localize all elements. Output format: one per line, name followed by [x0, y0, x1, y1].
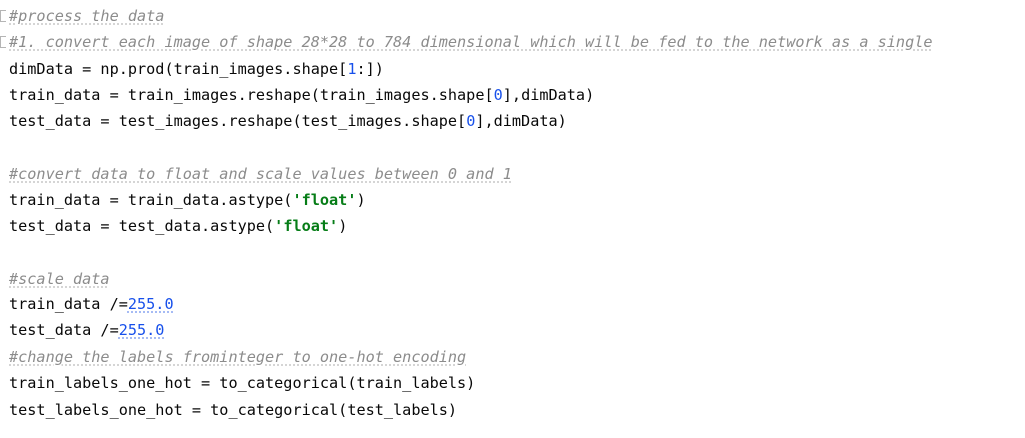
- code-line: train_data /=255.0: [9, 291, 174, 317]
- number-literal: 0: [493, 86, 503, 104]
- code-text: test_data /=: [9, 321, 119, 339]
- code-editor[interactable]: #process the data #1. convert each image…: [0, 0, 1025, 438]
- code-line-comment: #change the labels frominteger to one-ho…: [9, 344, 466, 370]
- code-text: train_data /=: [9, 295, 128, 313]
- string-literal: 'float': [292, 191, 357, 209]
- comment-text: #convert data to float and scale values …: [9, 165, 512, 183]
- code-line-comment: #convert data to float and scale values …: [9, 161, 512, 187]
- code-text: test_data = test_data.astype(: [9, 217, 275, 235]
- code-line: test_data /=255.0: [9, 317, 164, 343]
- code-line: dimData = np.prod(train_images.shape[1:]…: [9, 56, 384, 82]
- code-line: train_labels_one_hot = to_categorical(tr…: [9, 370, 475, 396]
- code-text: ): [338, 217, 348, 235]
- code-text: train_data = train_data.astype(: [9, 191, 293, 209]
- fold-marker-icon[interactable]: [0, 10, 6, 22]
- fold-marker-icon[interactable]: [0, 36, 6, 48]
- code-line: test_labels_one_hot = to_categorical(tes…: [9, 397, 457, 423]
- code-text: test_data = test_images.reshape(test_ima…: [9, 112, 467, 130]
- number-literal: 255.0: [127, 295, 174, 313]
- code-text: :]): [356, 60, 384, 78]
- code-line: train_data = train_images.reshape(train_…: [9, 82, 594, 108]
- code-line-comment: #process the data: [9, 3, 164, 29]
- code-text: train_labels_one_hot = to_categorical(tr…: [9, 374, 476, 392]
- code-line-comment: #scale data: [9, 266, 110, 292]
- number-literal: 255.0: [118, 321, 165, 339]
- code-line: test_data = test_images.reshape(test_ima…: [9, 108, 567, 134]
- code-text: ],dimData): [502, 86, 595, 104]
- comment-text: #1. convert each image of shape 28*28 to…: [9, 33, 933, 51]
- comment-text: #change the labels frominteger to one-ho…: [9, 348, 467, 366]
- code-line: train_data = train_data.astype('float'): [9, 187, 366, 213]
- string-literal: 'float': [274, 217, 339, 235]
- code-text: ],dimData): [475, 112, 567, 130]
- comment-text: #scale data: [9, 270, 110, 288]
- code-line: test_data = test_data.astype('float'): [9, 213, 347, 239]
- code-text: dimData = np.prod(train_images.shape[: [9, 60, 348, 78]
- comment-text: #process the data: [9, 7, 165, 25]
- code-text: train_data = train_images.reshape(train_…: [9, 86, 494, 104]
- code-line-comment: #1. convert each image of shape 28*28 to…: [9, 29, 933, 55]
- number-literal: 0: [466, 112, 476, 130]
- code-text: ): [356, 191, 366, 209]
- code-text: test_labels_one_hot = to_categorical(tes…: [9, 401, 458, 419]
